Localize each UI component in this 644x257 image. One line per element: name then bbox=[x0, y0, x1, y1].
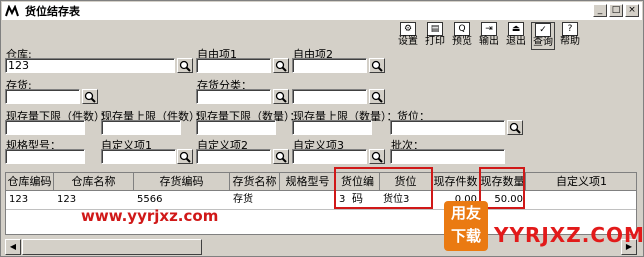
col-header[interactable]: 存货编码 bbox=[134, 173, 230, 191]
settings-icon: ⚙ bbox=[400, 22, 416, 36]
table-cell[interactable]: 123 bbox=[54, 192, 134, 208]
table-cell[interactable]: 123 bbox=[6, 192, 54, 208]
preview-icon: Q bbox=[454, 22, 470, 36]
def2-input[interactable] bbox=[196, 149, 271, 164]
max-qty-pcs-input[interactable] bbox=[101, 120, 181, 135]
search-icon bbox=[179, 60, 191, 72]
scroll-left-arrow-icon[interactable]: ◀ bbox=[5, 239, 21, 255]
min-qty-pcs-input[interactable] bbox=[5, 120, 85, 135]
col-header[interactable]: 存货名称 bbox=[230, 173, 280, 191]
search-icon bbox=[84, 91, 96, 103]
inv-class-search-button-2[interactable] bbox=[369, 89, 385, 104]
batch-input[interactable] bbox=[390, 149, 505, 164]
search-icon bbox=[179, 151, 191, 163]
exit-button[interactable]: ⏏ 退出 bbox=[504, 22, 528, 50]
query-icon: ✓ bbox=[535, 23, 551, 37]
def3-input[interactable] bbox=[292, 149, 367, 164]
inv-class-input[interactable] bbox=[196, 89, 271, 104]
location-input[interactable] bbox=[390, 120, 505, 135]
warehouse-search-button[interactable] bbox=[177, 58, 193, 73]
warehouse-input[interactable]: 123 bbox=[5, 58, 175, 73]
custom2-search-button[interactable] bbox=[369, 58, 385, 73]
def1-input[interactable] bbox=[101, 149, 176, 164]
def1-search-button[interactable] bbox=[177, 149, 193, 164]
watermark-badge: 用友 下载 bbox=[444, 201, 488, 251]
max-qty-num-input[interactable] bbox=[292, 120, 372, 135]
print-button[interactable]: ▤ 打印 bbox=[423, 22, 447, 50]
table-cell[interactable] bbox=[280, 192, 336, 208]
settings-button[interactable]: ⚙ 设置 bbox=[396, 22, 420, 50]
table-cell[interactable] bbox=[526, 192, 636, 208]
col-header[interactable]: 规格型号 bbox=[280, 173, 336, 191]
watermark-url: www.yyrjxz.com bbox=[81, 207, 219, 225]
table-cell[interactable]: 5566 bbox=[134, 192, 230, 208]
search-icon bbox=[371, 91, 383, 103]
toolbar: ⚙ 设置 ▤ 打印 Q 预览 ⇥ 输出 ⏏ 退出 ✓ 查询 ? 帮助 bbox=[396, 22, 582, 50]
search-icon bbox=[509, 122, 521, 134]
col-header[interactable]: 仓库编码 bbox=[6, 173, 54, 191]
help-icon: ? bbox=[562, 22, 578, 36]
app-icon bbox=[5, 5, 19, 17]
def2-search-button[interactable] bbox=[273, 149, 289, 164]
location-search-button[interactable] bbox=[507, 120, 523, 135]
query-button[interactable]: ✓ 查询 bbox=[531, 22, 555, 50]
def3-search-button[interactable] bbox=[369, 149, 385, 164]
search-icon bbox=[371, 151, 383, 163]
maximize-button[interactable]: □ bbox=[609, 4, 623, 17]
search-icon bbox=[275, 151, 287, 163]
scrollbar-thumb[interactable] bbox=[22, 239, 202, 255]
export-button[interactable]: ⇥ 输出 bbox=[477, 22, 501, 50]
table-cell[interactable]: 存货 bbox=[230, 192, 280, 208]
inv-class-search-button[interactable] bbox=[273, 89, 289, 104]
inventory-search-button[interactable] bbox=[82, 89, 98, 104]
report-window: 货位结存表 _ □ × ⚙ 设置 ▤ 打印 Q 预览 ⇥ 输出 ⏏ 退出 ✓ 查询 ? 帮助 … bbox=[0, 0, 644, 257]
exit-icon: ⏏ bbox=[508, 22, 524, 36]
inventory-input[interactable] bbox=[5, 89, 80, 104]
preview-button[interactable]: Q 预览 bbox=[450, 22, 474, 50]
custom2-input[interactable] bbox=[292, 58, 367, 73]
col-header[interactable]: 仓库名称 bbox=[54, 173, 134, 191]
close-button[interactable]: × bbox=[625, 4, 639, 17]
search-icon bbox=[371, 60, 383, 72]
window-title: 货位结存表 bbox=[25, 5, 80, 18]
custom1-input[interactable] bbox=[196, 58, 271, 73]
highlight-box-location bbox=[334, 167, 433, 209]
help-button[interactable]: ? 帮助 bbox=[558, 22, 582, 50]
title-bar: 货位结存表 _ □ × bbox=[2, 2, 642, 20]
inv-class-input-2[interactable] bbox=[292, 89, 367, 104]
minimize-button[interactable]: _ bbox=[593, 4, 607, 17]
export-icon: ⇥ bbox=[481, 22, 497, 36]
col-header[interactable]: 自定义项1 bbox=[526, 173, 636, 191]
watermark-brand: YYRJXZ.COM bbox=[494, 223, 644, 247]
search-icon bbox=[275, 91, 287, 103]
search-icon bbox=[275, 60, 287, 72]
col-header[interactable]: 现存件数 bbox=[432, 173, 480, 191]
min-qty-num-input[interactable] bbox=[196, 120, 276, 135]
spec-input[interactable] bbox=[5, 149, 85, 164]
custom1-search-button[interactable] bbox=[273, 58, 289, 73]
printer-icon: ▤ bbox=[427, 22, 443, 36]
